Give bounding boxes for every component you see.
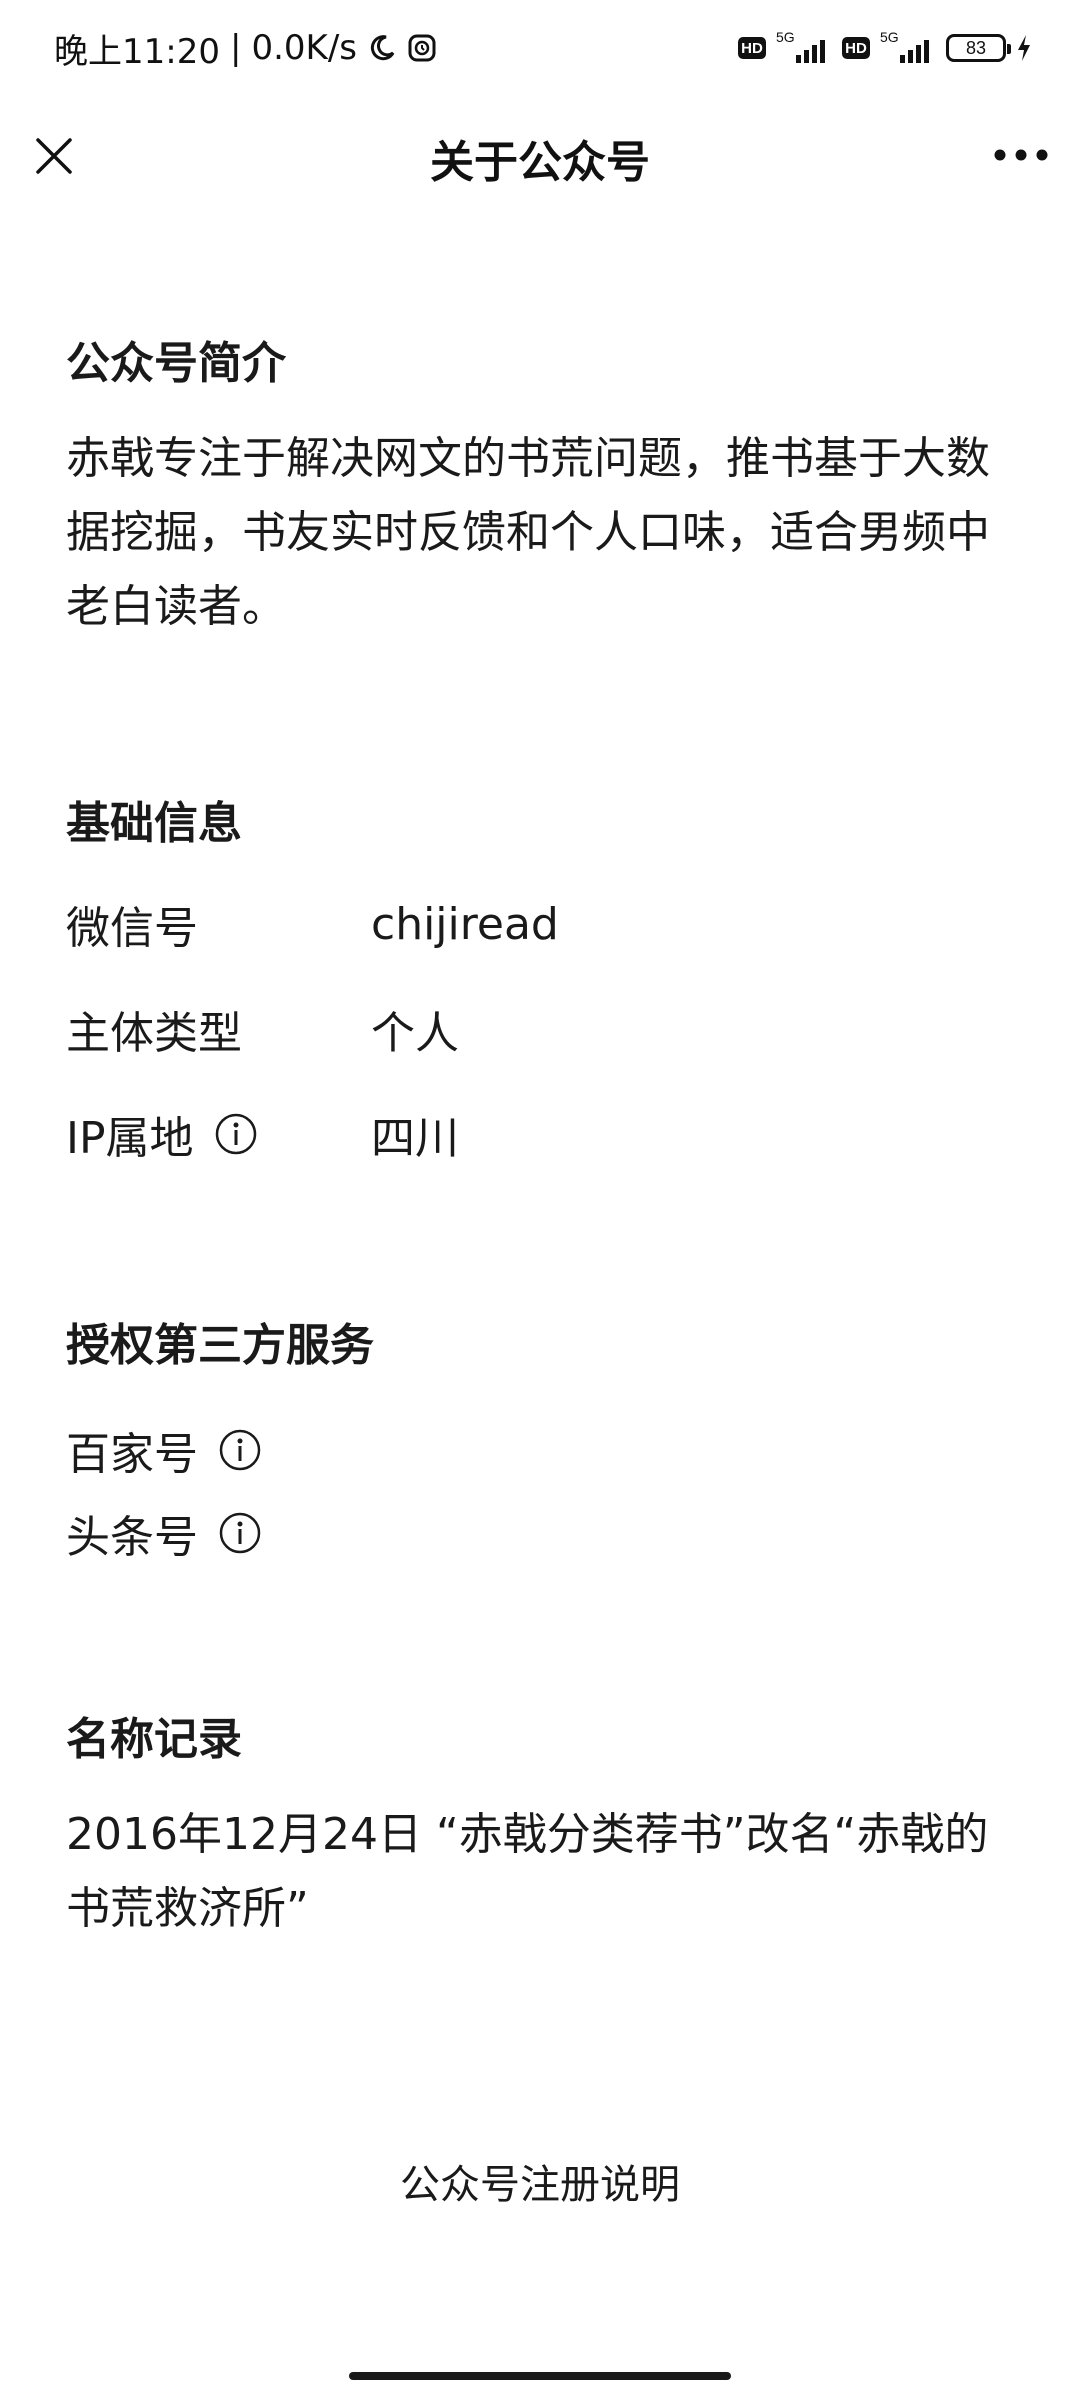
info-icon[interactable]: [218, 1511, 262, 1555]
intro-section: 公众号简介 赤戟专注于解决网文的书荒问题，推书基于大数据挖掘，书友实时反馈和个人…: [66, 334, 1006, 644]
third-party-section: 授权第三方服务 百家号 头条号: [66, 1316, 1006, 1563]
home-indicator[interactable]: [349, 2372, 731, 2380]
status-right: HD 5G HD 5G 83: [738, 26, 1032, 70]
third-party-label: 头条号: [66, 1512, 198, 1563]
hd-icon: HD: [842, 37, 870, 59]
entity-type-value: 个人: [371, 1008, 459, 1059]
battery-level: 83: [965, 37, 987, 58]
status-time: 晚上11:20: [54, 31, 220, 72]
ip-location-value: 四川: [371, 1113, 459, 1164]
name-record-section: 名称记录 2016年12月24日 “赤戟分类荐书”改名“赤戟的书荒救济所”: [66, 1710, 1006, 1946]
status-separator: |: [229, 28, 242, 68]
network-type: 5G: [880, 29, 899, 45]
intro-heading: 公众号简介: [66, 338, 286, 389]
third-party-item-baijiahao[interactable]: 百家号: [66, 1420, 1006, 1480]
third-party-label: 百家号: [66, 1429, 198, 1480]
wechat-id-value[interactable]: chijiread: [371, 899, 559, 950]
status-left: 晚上11:20 | 0.0K/s: [54, 24, 437, 72]
info-label: IP属地: [66, 1113, 194, 1164]
register-info-link[interactable]: 公众号注册说明: [0, 2152, 1080, 2210]
moon-icon: [370, 35, 395, 61]
info-icon[interactable]: [218, 1428, 262, 1472]
alarm-icon: [408, 34, 436, 62]
status-bar: 晚上11:20 | 0.0K/s HD 5G HD 5G 83: [0, 0, 1080, 96]
hd-icon: HD: [738, 37, 766, 59]
info-label: 微信号: [66, 903, 198, 954]
name-record-heading: 名称记录: [66, 1714, 242, 1765]
more-icon: [994, 149, 1048, 161]
name-record-text: 2016年12月24日 “赤戟分类荐书”改名“赤戟的书荒救济所”: [66, 1809, 989, 1934]
network-type: 5G: [776, 29, 795, 45]
basic-info-section: 基础信息 微信号 chijiread 主体类型 个人 IP属地 四川: [66, 794, 1006, 1164]
info-row-wechat-id: 微信号 chijiread: [66, 894, 1006, 955]
status-net-speed: 0.0K/s: [251, 28, 357, 68]
info-row-ip-location: IP属地 四川: [66, 1104, 1006, 1164]
third-party-item-toutiao[interactable]: 头条号: [66, 1503, 1006, 1563]
page-title: 关于公众号: [430, 137, 650, 188]
signal-icon: 5G: [880, 29, 936, 65]
battery-icon: 83: [946, 34, 1011, 62]
signal-icon: 5G: [776, 29, 832, 65]
basic-info-heading: 基础信息: [66, 798, 242, 849]
intro-text: 赤戟专注于解决网文的书荒问题，推书基于大数据挖掘，书友实时反馈和个人口味，适合男…: [66, 433, 990, 632]
info-row-entity-type: 主体类型 个人: [66, 999, 1006, 1059]
info-icon[interactable]: [214, 1112, 258, 1156]
info-label: 主体类型: [66, 1008, 242, 1059]
charging-icon: [1018, 35, 1030, 61]
title-bar: 关于公众号: [0, 100, 1080, 210]
more-button[interactable]: [986, 130, 1056, 180]
third-party-heading: 授权第三方服务: [66, 1320, 374, 1371]
